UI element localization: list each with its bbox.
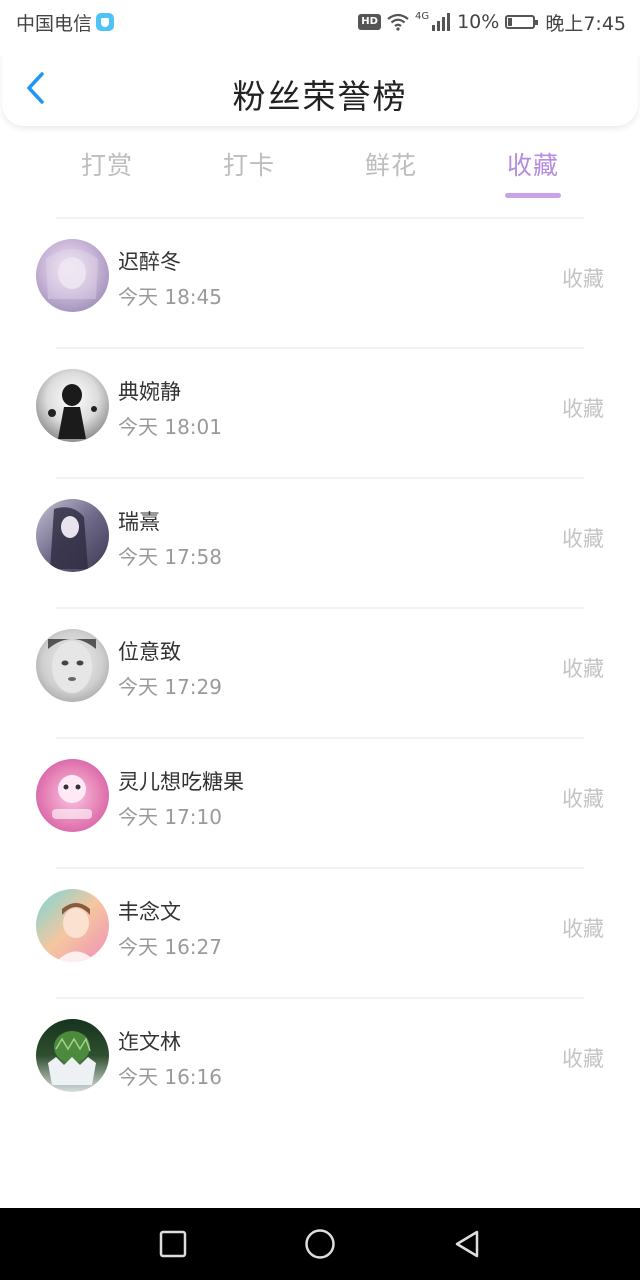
list-item[interactable]: 迟醉冬 今天 18:45 收藏 — [0, 219, 640, 347]
avatar — [36, 1019, 109, 1092]
avatar — [36, 239, 109, 312]
status-right: HD 4G 10% 晚上7:45 — [358, 9, 626, 36]
list-item[interactable]: 灵儿想吃糖果 今天 17:10 收藏 — [0, 739, 640, 867]
triangle-back-icon — [455, 1230, 478, 1258]
list-item[interactable]: 丰念文 今天 16:27 收藏 — [0, 869, 640, 997]
fan-list: 迟醉冬 今天 18:45 收藏 典婉静 今天 18:01 收藏 瑞熹 今天 17… — [0, 217, 640, 1127]
list-item[interactable]: 位意致 今天 17:29 收藏 — [0, 609, 640, 737]
timestamp: 今天 17:29 — [118, 675, 222, 699]
status-bar: 中国电信 HD 4G 10% 晚上7:45 — [0, 0, 640, 44]
favorite-action[interactable]: 收藏 — [562, 653, 604, 683]
user-name: 灵儿想吃糖果 — [118, 770, 244, 794]
system-nav-bar — [0, 1208, 640, 1280]
user-name: 迮文林 — [118, 1030, 181, 1054]
carrier-label: 中国电信 — [16, 12, 93, 35]
signal-icon — [432, 13, 451, 31]
favorite-action[interactable]: 收藏 — [562, 393, 604, 423]
favorite-action[interactable]: 收藏 — [562, 1043, 604, 1073]
tab-favorites[interactable]: 收藏 — [488, 146, 578, 198]
timestamp: 今天 16:16 — [118, 1065, 222, 1089]
wifi-icon — [387, 13, 409, 31]
user-name: 典婉静 — [118, 380, 181, 404]
user-name: 位意致 — [118, 640, 181, 664]
favorite-action[interactable]: 收藏 — [562, 783, 604, 813]
clock: 晚上7:45 — [545, 12, 626, 35]
tab-reward[interactable]: 打赏 — [62, 146, 152, 182]
recents-button[interactable] — [148, 1219, 198, 1269]
tab-checkin[interactable]: 打卡 — [204, 146, 294, 182]
network-label: 4G — [414, 10, 430, 22]
user-name: 瑞熹 — [118, 510, 160, 534]
page-title: 粉丝荣誉榜 — [232, 77, 408, 116]
avatar — [36, 759, 109, 832]
tab-bar: 打赏 打卡 鲜花 收藏 — [0, 140, 640, 200]
header: 粉丝荣誉榜 — [2, 52, 638, 126]
avatar — [36, 499, 109, 572]
square-recents-icon — [160, 1230, 187, 1258]
circle-home-icon — [305, 1229, 335, 1259]
tab-active-indicator — [505, 193, 561, 198]
list-item[interactable]: 典婉静 今天 18:01 收藏 — [0, 349, 640, 477]
avatar — [36, 889, 109, 962]
tab-favorites-label: 收藏 — [506, 151, 559, 180]
timestamp: 今天 17:58 — [118, 545, 222, 569]
avatar — [36, 369, 109, 442]
home-button[interactable] — [295, 1219, 345, 1269]
battery-percent: 10% — [457, 11, 500, 33]
list-item[interactable]: 瑞熹 今天 17:58 收藏 — [0, 479, 640, 607]
timestamp: 今天 18:45 — [118, 285, 222, 309]
user-name: 丰念文 — [118, 900, 181, 924]
timestamp: 今天 18:01 — [118, 415, 222, 439]
timestamp: 今天 17:10 — [118, 805, 222, 829]
back-nav-button[interactable] — [442, 1219, 492, 1269]
favorite-action[interactable]: 收藏 — [562, 523, 604, 553]
tab-flowers[interactable]: 鲜花 — [346, 146, 436, 182]
status-left: 中国电信 — [16, 9, 115, 36]
shield-icon — [96, 13, 115, 31]
user-name: 迟醉冬 — [118, 250, 181, 274]
timestamp: 今天 16:27 — [118, 935, 222, 959]
battery-icon — [505, 15, 539, 29]
avatar — [36, 629, 109, 702]
list-item[interactable]: 迮文林 今天 16:16 收藏 — [0, 999, 640, 1127]
favorite-action[interactable]: 收藏 — [562, 913, 604, 943]
hd-badge: HD — [358, 14, 381, 30]
favorite-action[interactable]: 收藏 — [562, 263, 604, 293]
